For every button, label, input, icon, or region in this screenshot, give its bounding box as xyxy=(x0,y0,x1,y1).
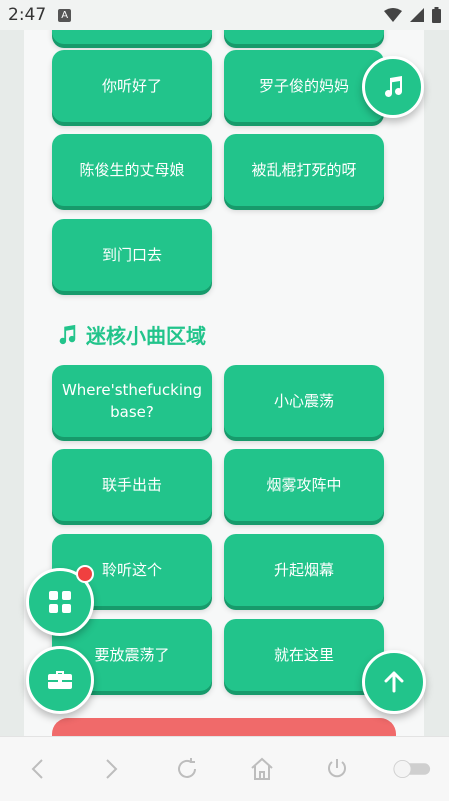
grid-icon xyxy=(49,591,71,613)
power-button[interactable] xyxy=(317,749,357,789)
sound-button-label: 就在这里 xyxy=(273,646,334,664)
battery-icon xyxy=(432,7,441,23)
sound-button-label: 被乱棍打死的呀 xyxy=(251,161,357,179)
sound-button-label: 联手出击 xyxy=(101,476,162,494)
home-button[interactable] xyxy=(242,749,282,789)
signal-icon xyxy=(410,8,424,22)
sound-button-label: 要放震荡了 xyxy=(94,646,170,664)
toolbox-icon xyxy=(48,671,72,689)
notification-icon: A xyxy=(58,8,72,22)
back-button[interactable] xyxy=(17,749,57,789)
sound-button[interactable]: 你听好了 xyxy=(52,50,212,122)
sound-button-label: 陈俊生的丈母娘 xyxy=(79,161,185,179)
refresh-icon xyxy=(178,758,197,778)
music-note-icon xyxy=(59,324,76,344)
status-bar: 2:47 A xyxy=(0,0,449,30)
sound-button-label: 小心震荡 xyxy=(273,392,334,410)
sound-button-label: 烟雾攻阵中 xyxy=(266,476,342,494)
sound-button-label: 到门口去 xyxy=(101,246,162,264)
notification-badge xyxy=(76,565,94,583)
music-fab[interactable] xyxy=(362,56,424,118)
sound-button-label: 升起烟幕 xyxy=(273,561,334,579)
status-icons xyxy=(384,7,441,23)
left-gutter xyxy=(0,30,24,736)
right-gutter xyxy=(424,30,449,736)
red-action-bar[interactable] xyxy=(52,718,396,736)
sound-button[interactable]: 联手出击 xyxy=(52,449,212,521)
sound-button[interactable]: 小心震荡 xyxy=(224,365,384,437)
sound-button[interactable]: 就在这里 xyxy=(224,619,384,691)
section-title: 迷核小曲区域 xyxy=(56,320,206,349)
toggle-icon xyxy=(392,759,430,779)
forward-button[interactable] xyxy=(92,749,132,789)
home-icon xyxy=(251,757,273,780)
sound-button[interactable]: 被乱棍打死的呀 xyxy=(224,134,384,206)
sound-button-label: 你听好了 xyxy=(101,77,162,95)
forward-icon xyxy=(106,759,118,779)
scroll-top-fab[interactable] xyxy=(362,650,426,714)
arrow-up-icon xyxy=(384,671,404,693)
toggle-switch[interactable] xyxy=(392,749,432,789)
sound-button-label: 聆听这个 xyxy=(101,561,162,579)
status-time: 2:47 xyxy=(8,5,47,25)
sound-button-partial[interactable] xyxy=(224,30,384,44)
section-title-text: 迷核小曲区域 xyxy=(86,324,206,348)
sound-button[interactable]: 陈俊生的丈母娘 xyxy=(52,134,212,206)
power-icon xyxy=(327,759,346,778)
sound-button-label: Where'sthefucking base? xyxy=(61,381,203,421)
browser-nav-bar xyxy=(0,736,449,801)
sound-button-partial[interactable] xyxy=(52,30,212,44)
back-icon xyxy=(31,759,44,779)
wifi-icon xyxy=(384,8,402,22)
sound-button[interactable]: 到门口去 xyxy=(52,219,212,291)
music-note-icon xyxy=(385,76,402,97)
sound-button[interactable]: Where'sthefucking base? xyxy=(52,365,212,437)
sound-button[interactable]: 升起烟幕 xyxy=(224,534,384,606)
sound-button-label: 罗子俊的妈妈 xyxy=(258,77,349,95)
sound-board-content: 你听好了 罗子俊的妈妈 陈俊生的丈母娘 被乱棍打死的呀 到门口去 迷核小曲区域 … xyxy=(24,30,424,736)
refresh-button[interactable] xyxy=(167,749,207,789)
toolbox-fab[interactable] xyxy=(26,646,94,714)
sound-button[interactable]: 烟雾攻阵中 xyxy=(224,449,384,521)
sound-button[interactable]: 罗子俊的妈妈 xyxy=(224,50,384,122)
